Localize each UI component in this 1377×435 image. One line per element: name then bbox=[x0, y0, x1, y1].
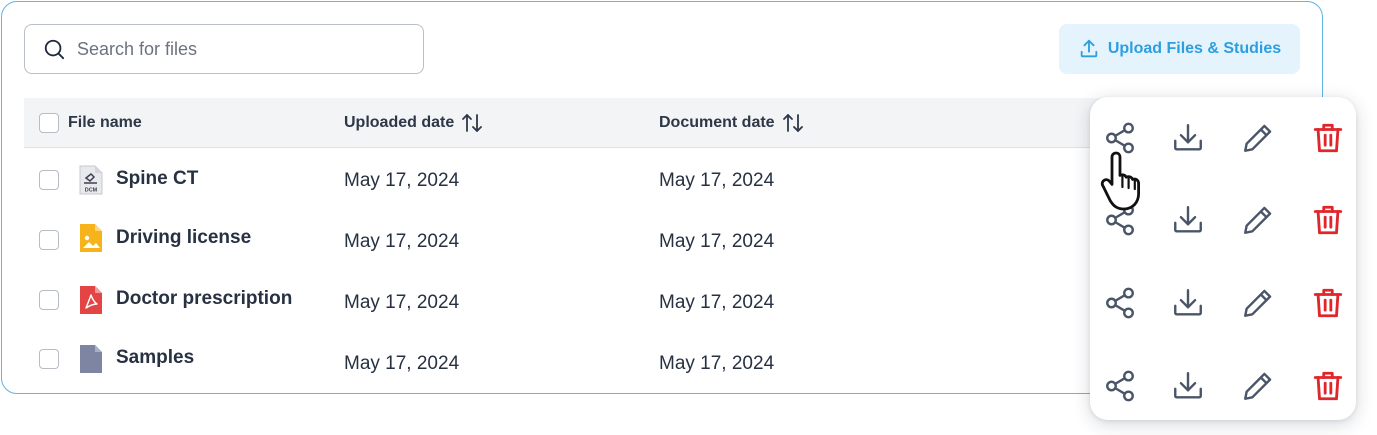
sort-icon[interactable] bbox=[460, 112, 484, 134]
document-date: May 17, 2024 bbox=[659, 353, 775, 374]
delete-button[interactable] bbox=[1308, 283, 1348, 323]
delete-button[interactable] bbox=[1308, 200, 1348, 240]
file-name[interactable]: Samples bbox=[116, 347, 194, 369]
delete-button[interactable] bbox=[1308, 366, 1348, 406]
row-checkbox[interactable] bbox=[39, 290, 59, 310]
sort-icon[interactable] bbox=[781, 112, 805, 134]
row-checkbox[interactable] bbox=[39, 230, 59, 250]
download-button[interactable] bbox=[1168, 283, 1208, 323]
table-row[interactable]: Doctor prescription May 17, 2024 May 17,… bbox=[24, 270, 1094, 330]
edit-icon bbox=[1244, 206, 1272, 234]
table-row[interactable]: Samples May 17, 2024 May 17, 2024 bbox=[24, 330, 1094, 390]
file-name[interactable]: Driving license bbox=[116, 227, 251, 249]
hand-cursor-icon bbox=[1100, 151, 1140, 211]
search-input[interactable] bbox=[77, 38, 377, 60]
download-icon bbox=[1174, 372, 1202, 399]
upload-icon bbox=[1080, 39, 1098, 58]
edit-icon bbox=[1244, 124, 1272, 152]
row-checkbox[interactable] bbox=[39, 170, 59, 190]
upload-files-button[interactable]: Upload Files & Studies bbox=[1059, 24, 1300, 74]
share-icon bbox=[1106, 287, 1134, 319]
download-icon bbox=[1174, 206, 1202, 233]
uploaded-date: May 17, 2024 bbox=[344, 170, 460, 191]
row-actions-popup bbox=[1090, 97, 1356, 420]
folder-file-icon bbox=[80, 345, 102, 373]
uploaded-date: May 17, 2024 bbox=[344, 353, 460, 374]
share-button[interactable] bbox=[1100, 366, 1140, 406]
edit-button[interactable] bbox=[1238, 200, 1278, 240]
edit-button[interactable] bbox=[1238, 366, 1278, 406]
column-document-date[interactable]: Document date bbox=[659, 98, 805, 148]
search-icon bbox=[44, 39, 65, 60]
download-button[interactable] bbox=[1168, 200, 1208, 240]
edit-icon bbox=[1244, 372, 1272, 400]
delete-button[interactable] bbox=[1308, 118, 1348, 158]
svg-text:DCM: DCM bbox=[85, 188, 98, 194]
share-button[interactable] bbox=[1100, 283, 1140, 323]
uploaded-date: May 17, 2024 bbox=[344, 292, 460, 313]
document-date: May 17, 2024 bbox=[659, 292, 775, 313]
file-name[interactable]: Spine CT bbox=[116, 168, 198, 190]
uploaded-date: May 17, 2024 bbox=[344, 231, 460, 252]
search-box[interactable] bbox=[24, 24, 424, 74]
file-name[interactable]: Doctor prescription bbox=[116, 288, 292, 310]
share-icon bbox=[1106, 370, 1134, 402]
edit-icon bbox=[1244, 289, 1272, 317]
image-file-icon bbox=[80, 224, 102, 252]
download-button[interactable] bbox=[1168, 366, 1208, 406]
trash-icon bbox=[1313, 205, 1343, 235]
download-button[interactable] bbox=[1168, 118, 1208, 158]
edit-button[interactable] bbox=[1238, 283, 1278, 323]
download-icon bbox=[1174, 289, 1202, 316]
edit-button[interactable] bbox=[1238, 118, 1278, 158]
upload-button-label: Upload Files & Studies bbox=[1107, 40, 1282, 57]
table-row[interactable]: Driving license May 17, 2024 May 17, 202… bbox=[24, 210, 1094, 270]
trash-icon bbox=[1313, 371, 1343, 401]
column-uploaded-date[interactable]: Uploaded date bbox=[344, 98, 484, 148]
dicom-file-icon: DCM bbox=[79, 165, 103, 195]
document-date: May 17, 2024 bbox=[659, 170, 775, 191]
download-icon bbox=[1174, 124, 1202, 151]
column-file-name: File name bbox=[68, 114, 142, 131]
select-all-checkbox[interactable] bbox=[39, 113, 59, 133]
pdf-file-icon bbox=[80, 286, 102, 314]
trash-icon bbox=[1313, 123, 1343, 153]
row-checkbox[interactable] bbox=[39, 349, 59, 369]
document-date: May 17, 2024 bbox=[659, 231, 775, 252]
table-row[interactable]: DCM Spine CT May 17, 2024 May 17, 2024 bbox=[24, 150, 1094, 210]
trash-icon bbox=[1313, 288, 1343, 318]
